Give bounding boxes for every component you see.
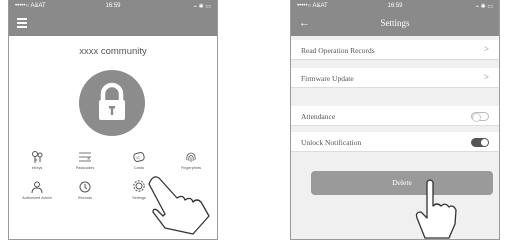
authorized-admin-label: Authorized Admin [22,196,52,200]
svg-text:IC: IC [137,156,141,160]
admin-icon [31,181,43,194]
attendance-label: Attendance [301,112,336,121]
fingerprints-label: Fingerprints [180,166,202,170]
chevron-right-icon: > [483,72,489,82]
tap-hand-icon [415,179,457,239]
ekeys-icon [32,151,43,163]
firmware-update-row[interactable]: Firmware Update > [291,68,499,88]
attendance-toggle[interactable] [471,112,489,122]
chevron-right-icon: > [483,44,489,54]
records-label: Records [77,196,93,200]
tap-hand-icon [148,176,210,235]
community-title: xxxx community [79,46,147,57]
menu-icon[interactable] [17,18,27,28]
read-records-label: Read Operation Records [301,46,375,55]
svg-text:✕: ✕ [87,156,90,161]
cards-item[interactable]: IC Cards [119,150,159,171]
ekeys-label: eKeys [31,166,43,170]
padlock-icon [99,82,125,120]
nav-bar: ← Settings [291,12,499,36]
cards-label: Cards [133,166,145,170]
page-title: Settings [380,18,410,28]
read-records-row[interactable]: Read Operation Records > [291,40,499,60]
passcodes-label: Passcodes [75,166,95,170]
status-bar: •••••○ A&AT 16:59 ⌁ ✱ ▭ [291,0,499,12]
fingerprints-item[interactable]: Fingerprints [171,150,211,171]
clock-label: 16:59 [105,3,121,9]
unlock-button[interactable] [79,70,145,136]
passcodes-item[interactable]: ✕ Passcodes [65,150,105,171]
status-bar: •••••○ A&AT 16:59 ⌁ ✱ ▭ [9,0,217,12]
settings-screen: •••••○ A&AT 16:59 ⌁ ✱ ▭ ← Settings Read … [290,0,500,240]
unlock-notification-row: Unlock Notification [291,132,499,152]
nav-bar [9,12,217,36]
home-screen: •••••○ A&AT 16:59 ⌁ ✱ ▭ xxxx community e… [8,0,218,240]
fingerprint-icon [186,152,196,162]
battery-indicator: ⌁ ✱ ▭ [475,4,493,10]
records-icon [79,181,91,193]
delete-button[interactable]: Delete [311,171,493,195]
authorized-admin-item[interactable]: Authorized Admin [17,180,57,201]
cards-icon: IC [133,152,145,162]
ekeys-item[interactable]: eKeys [17,150,57,171]
battery-indicator: ⌁ ✱ ▭ [193,4,211,10]
attendance-row: Attendance [291,106,499,126]
unlock-notification-toggle[interactable] [471,138,489,147]
firmware-update-label: Firmware Update [301,74,354,83]
passcodes-icon: ✕ [79,152,91,162]
unlock-notification-label: Unlock Notification [301,138,362,147]
clock-label: 16:59 [387,3,403,9]
records-item[interactable]: Records [65,180,105,201]
